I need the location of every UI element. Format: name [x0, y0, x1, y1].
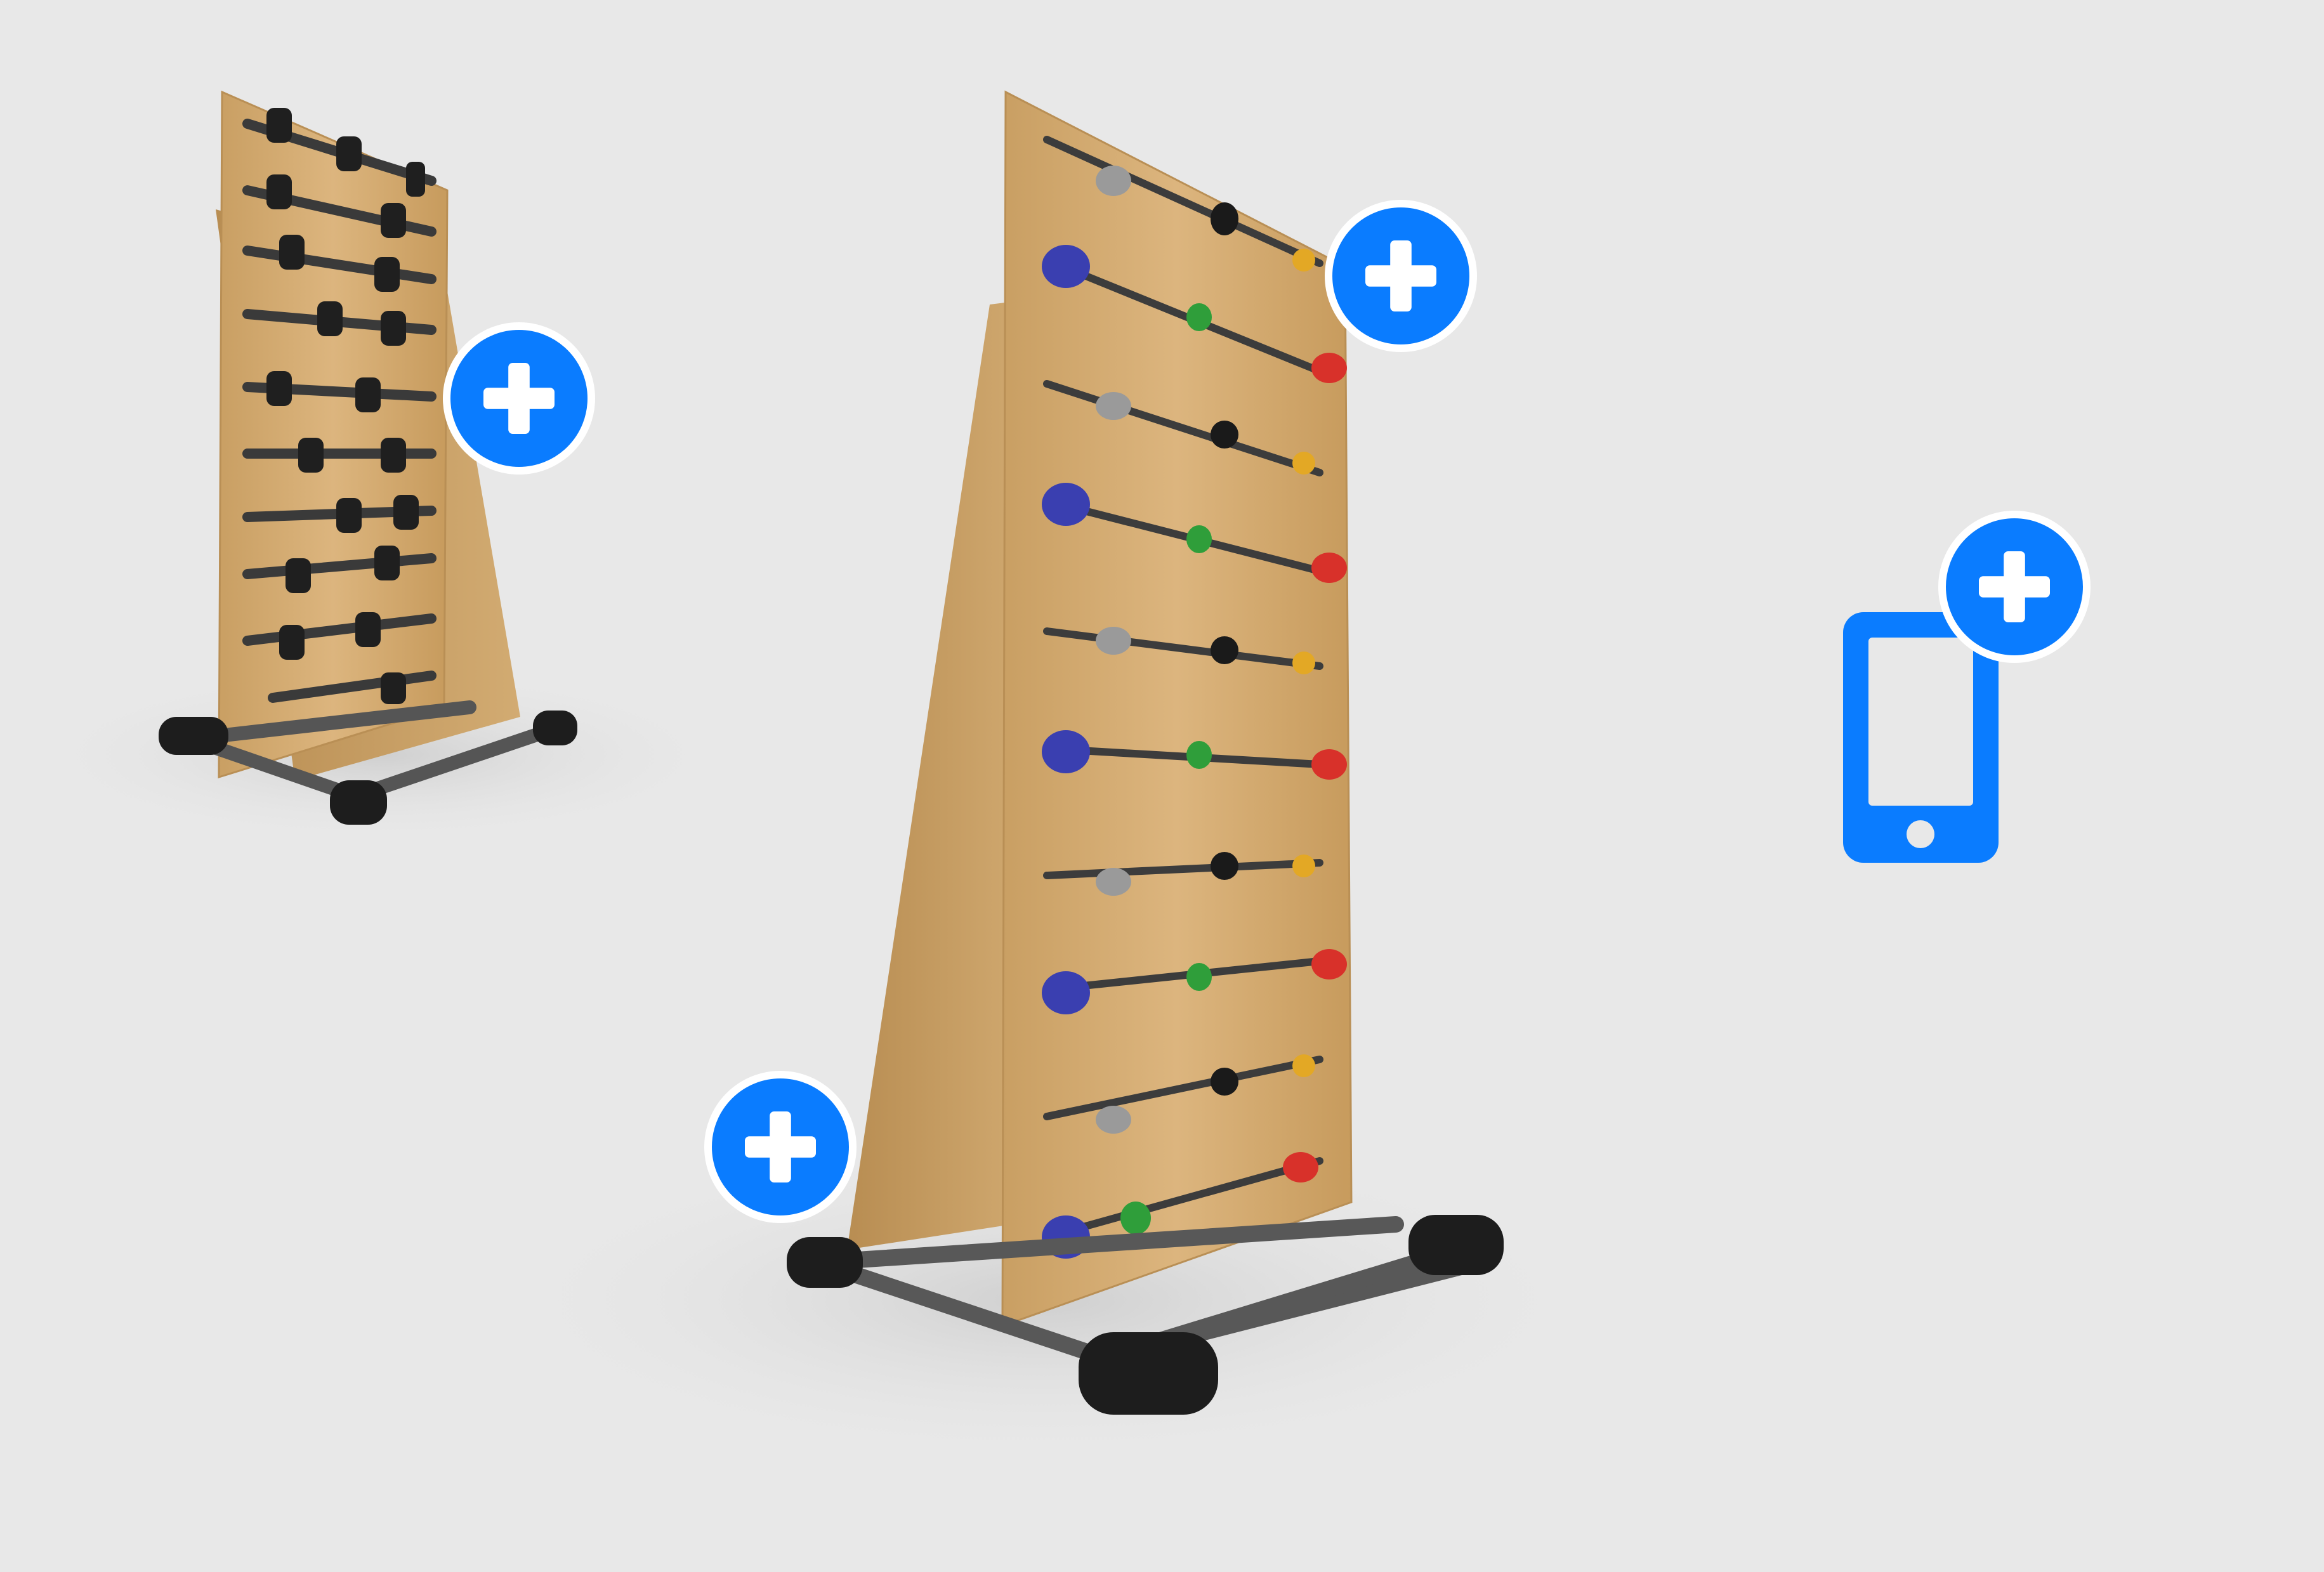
plus-button-phone[interactable] — [1938, 511, 2091, 663]
plus-button-wall-base[interactable] — [704, 1071, 857, 1223]
plus-button-small-wall[interactable] — [443, 322, 595, 475]
plus-icon — [483, 363, 555, 434]
plus-icon — [1979, 551, 2050, 622]
scene-illustration — [25, 90, 1999, 1465]
plus-button-wall-top[interactable] — [1325, 200, 1477, 352]
plus-icon — [1365, 240, 1436, 311]
plus-icon — [745, 1111, 816, 1182]
